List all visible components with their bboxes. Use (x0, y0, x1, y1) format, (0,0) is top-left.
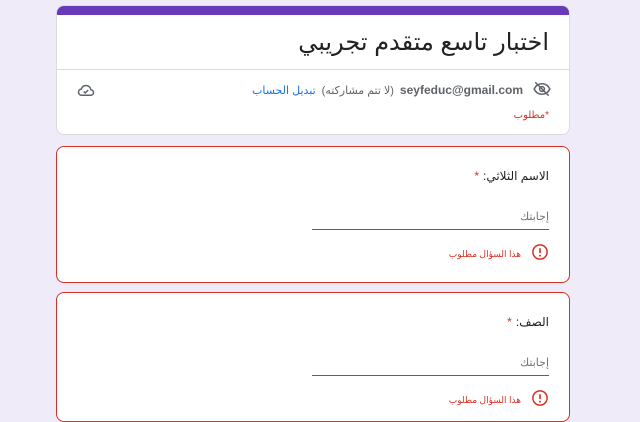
question-label-text: الصف: (515, 315, 549, 329)
eye-off-icon[interactable] (529, 80, 551, 101)
error-circle-icon (531, 243, 549, 266)
account-row: seyfeduc@gmail.com (لا تتم مشاركته) تبدي… (252, 80, 551, 100)
error-text: هذا السؤال مطلوب (448, 249, 521, 259)
error-message-row: هذا السؤال مطلوب (449, 389, 549, 412)
question-label-text: الاسم الثلاثي: (483, 169, 549, 183)
required-star: * (507, 315, 512, 329)
header-accent-bar (57, 6, 569, 15)
switch-account-link[interactable]: تبديل الحساب (252, 84, 316, 97)
required-note: *مطلوب (513, 110, 549, 121)
question-label: الاسم الثلاثي: * (474, 169, 549, 183)
not-shared-note: (لا تتم مشاركته) (321, 84, 394, 97)
question-card-full-name: الاسم الثلاثي: * هذا السؤال مطلوب (56, 146, 570, 283)
error-text: هذا السؤال مطلوب (448, 395, 521, 405)
answer-input-grade[interactable] (312, 351, 549, 376)
answer-input-full-name[interactable] (312, 205, 549, 230)
error-circle-icon (531, 389, 549, 412)
question-label: الصف:* (507, 315, 549, 329)
form-header-card: اختبار تاسع متقدم تجريبي seyfeduc@gmail.… (56, 5, 570, 135)
header-divider (57, 69, 569, 70)
form-title: اختبار تاسع متقدم تجريبي (298, 29, 549, 56)
required-star: * (474, 169, 479, 183)
question-card-grade: الصف:* هذا السؤال مطلوب (56, 292, 570, 422)
account-email: seyfeduc@gmail.com (399, 83, 523, 97)
error-message-row: هذا السؤال مطلوب (449, 243, 549, 266)
